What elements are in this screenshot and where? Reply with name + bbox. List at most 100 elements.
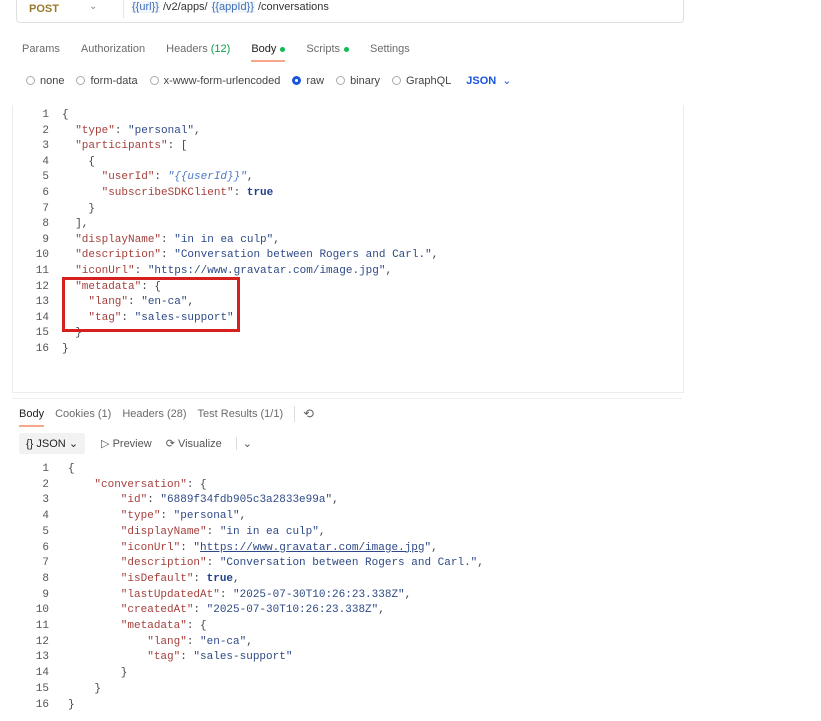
method-select[interactable]: POST <box>29 3 59 15</box>
code-line: } <box>62 343 69 355</box>
code-token: { <box>68 463 75 475</box>
radio-raw[interactable]: raw <box>292 75 324 87</box>
code-token: : <box>160 510 174 523</box>
radio-label: x-www-form-urlencoded <box>163 74 281 87</box>
code-token: : { <box>186 478 207 491</box>
tab-test-results[interactable]: Test Results (1/1) <box>198 408 284 420</box>
code-token: : <box>193 572 207 585</box>
headers-count: (12) <box>210 43 231 55</box>
code-token: "description" <box>68 557 207 570</box>
code-token: "iconUrl" <box>62 265 135 277</box>
radio-GraphQL[interactable]: GraphQL <box>392 75 451 87</box>
code-token: , <box>246 635 253 648</box>
radio-circle <box>76 76 86 85</box>
tab-authorization[interactable]: Authorization <box>81 43 145 55</box>
code-token: "sales-support" <box>193 651 293 664</box>
radio-binary[interactable]: binary <box>336 75 380 87</box>
tab-settings[interactable]: Settings <box>370 43 410 55</box>
code-token: "Conversation between Rogers and Carl." <box>174 249 432 262</box>
status-dot <box>344 46 350 52</box>
tab-response-headers[interactable]: Headers (28) <box>122 408 186 420</box>
preview-button[interactable]: ▷ Preview <box>101 437 152 450</box>
code-token: "metadata" <box>68 620 187 632</box>
format-select[interactable]: {} JSON ⌄ <box>19 433 86 454</box>
line-number: 3 <box>42 494 49 507</box>
play-icon: ▷ <box>101 438 110 450</box>
tab-scripts[interactable]: Scripts <box>306 43 350 55</box>
radio-x-www-form-urlencoded[interactable]: x-www-form-urlencoded <box>149 74 281 87</box>
line-number: 5 <box>42 171 49 184</box>
line-number: 6 <box>42 187 49 199</box>
code-token: : <box>134 265 148 277</box>
radio-circle <box>292 76 302 85</box>
code-token: "createdAt" <box>68 604 194 617</box>
code-token: : <box>206 525 220 538</box>
code-token: : <box>186 635 201 648</box>
chevron-down-icon[interactable]: ⌄ <box>502 74 511 87</box>
request-body-editor[interactable]: 1 {2 "type": "personal", 3 "participants":… <box>12 105 684 393</box>
code-line: "lastUpdatedAt": "2025-07-30T10:26:23.33… <box>68 589 411 601</box>
code-token: "displayName" <box>62 233 162 246</box>
tab-headers[interactable]: Headers (12) <box>166 43 230 55</box>
code-line: "tag": "sales-support" <box>68 651 292 663</box>
line-number: 1 <box>42 109 49 121</box>
code-token: : <box>180 541 194 554</box>
url-path: /v2/apps/ <box>159 1 211 13</box>
code-line: "id": "6889f34fdb905c3a2833e99a", <box>68 494 339 506</box>
tab-cookies[interactable]: Cookies (1) <box>55 408 111 420</box>
code-token: "iconUrl" <box>68 541 181 554</box>
tab-params[interactable]: Params <box>22 43 60 55</box>
body-type-radios: none form-data x-www-form-urlencoded raw bin… <box>26 74 511 87</box>
code-line: "subscribeSDKClient": true <box>62 187 274 199</box>
code-line: "description": "Conversation between Rog… <box>68 557 484 569</box>
code-line: "conversation": { <box>68 478 207 491</box>
line-number: 5 <box>42 525 49 538</box>
line-number: 14 <box>35 667 49 680</box>
response-tabs: Body Cookies (1) Headers (28) Test Resul… <box>19 406 314 427</box>
code-token: "{{userId}}" <box>167 171 247 184</box>
history-icon[interactable]: ⟲ <box>294 406 314 422</box>
line-number: 16 <box>35 698 49 711</box>
line-number: 13 <box>35 296 49 309</box>
tab-body[interactable]: Body <box>251 43 286 62</box>
tab-label: Body <box>251 43 277 55</box>
code-token: } <box>68 698 75 711</box>
tab-response-body[interactable]: Body <box>19 408 45 427</box>
chevron-down-icon: ⌄ <box>68 438 79 450</box>
code-token[interactable]: https://www.gravatar.com/image.jpg <box>200 542 424 554</box>
code-token: : <box>206 557 220 570</box>
code-token: , <box>233 572 240 585</box>
code-token: , <box>385 265 393 277</box>
radio-none[interactable]: none <box>26 75 64 87</box>
radio-form-data[interactable]: form-data <box>76 75 138 87</box>
line-number: 7 <box>42 202 49 215</box>
code-token: , <box>239 510 247 523</box>
visualize-button[interactable]: ⟳ Visualize <box>166 437 222 450</box>
line-number: 10 <box>35 249 49 262</box>
code-token: } <box>62 202 96 215</box>
line-number: 3 <box>42 140 49 153</box>
code-line: } <box>68 699 75 711</box>
code-token: "in in ea culp" <box>219 525 319 538</box>
code-token: true <box>206 572 234 585</box>
code-token: "personal" <box>173 510 240 523</box>
format-label: {} JSON <box>26 438 66 450</box>
url-input[interactable]: {{url}} /v2/apps/ {{appId}} /conversatio… <box>131 1 329 13</box>
code-line: "type": "personal", <box>68 510 246 522</box>
code-token: , <box>318 525 326 538</box>
tab-label: Headers <box>166 43 208 55</box>
response-body-viewer[interactable]: 1{2 "conversation": {3 "id": "6889f34fdb… <box>0 460 682 715</box>
code-line: "displayName": "in in ea culp", <box>68 525 326 538</box>
chevron-down-icon[interactable]: ⌄ <box>89 1 97 12</box>
visualize-label: Visualize <box>177 438 222 450</box>
url-path-end: /conversations <box>254 1 329 13</box>
code-token: } <box>62 343 69 355</box>
code-token: : <box>161 249 175 262</box>
radio-label: raw <box>306 74 325 87</box>
chevron-down-icon[interactable]: ⌄ <box>235 437 252 450</box>
code-token: ], <box>62 218 89 231</box>
code-token: : <box>154 171 168 184</box>
language-select[interactable]: JSON <box>466 75 496 87</box>
line-number: 11 <box>35 265 49 277</box>
code-line: ], <box>62 218 88 230</box>
